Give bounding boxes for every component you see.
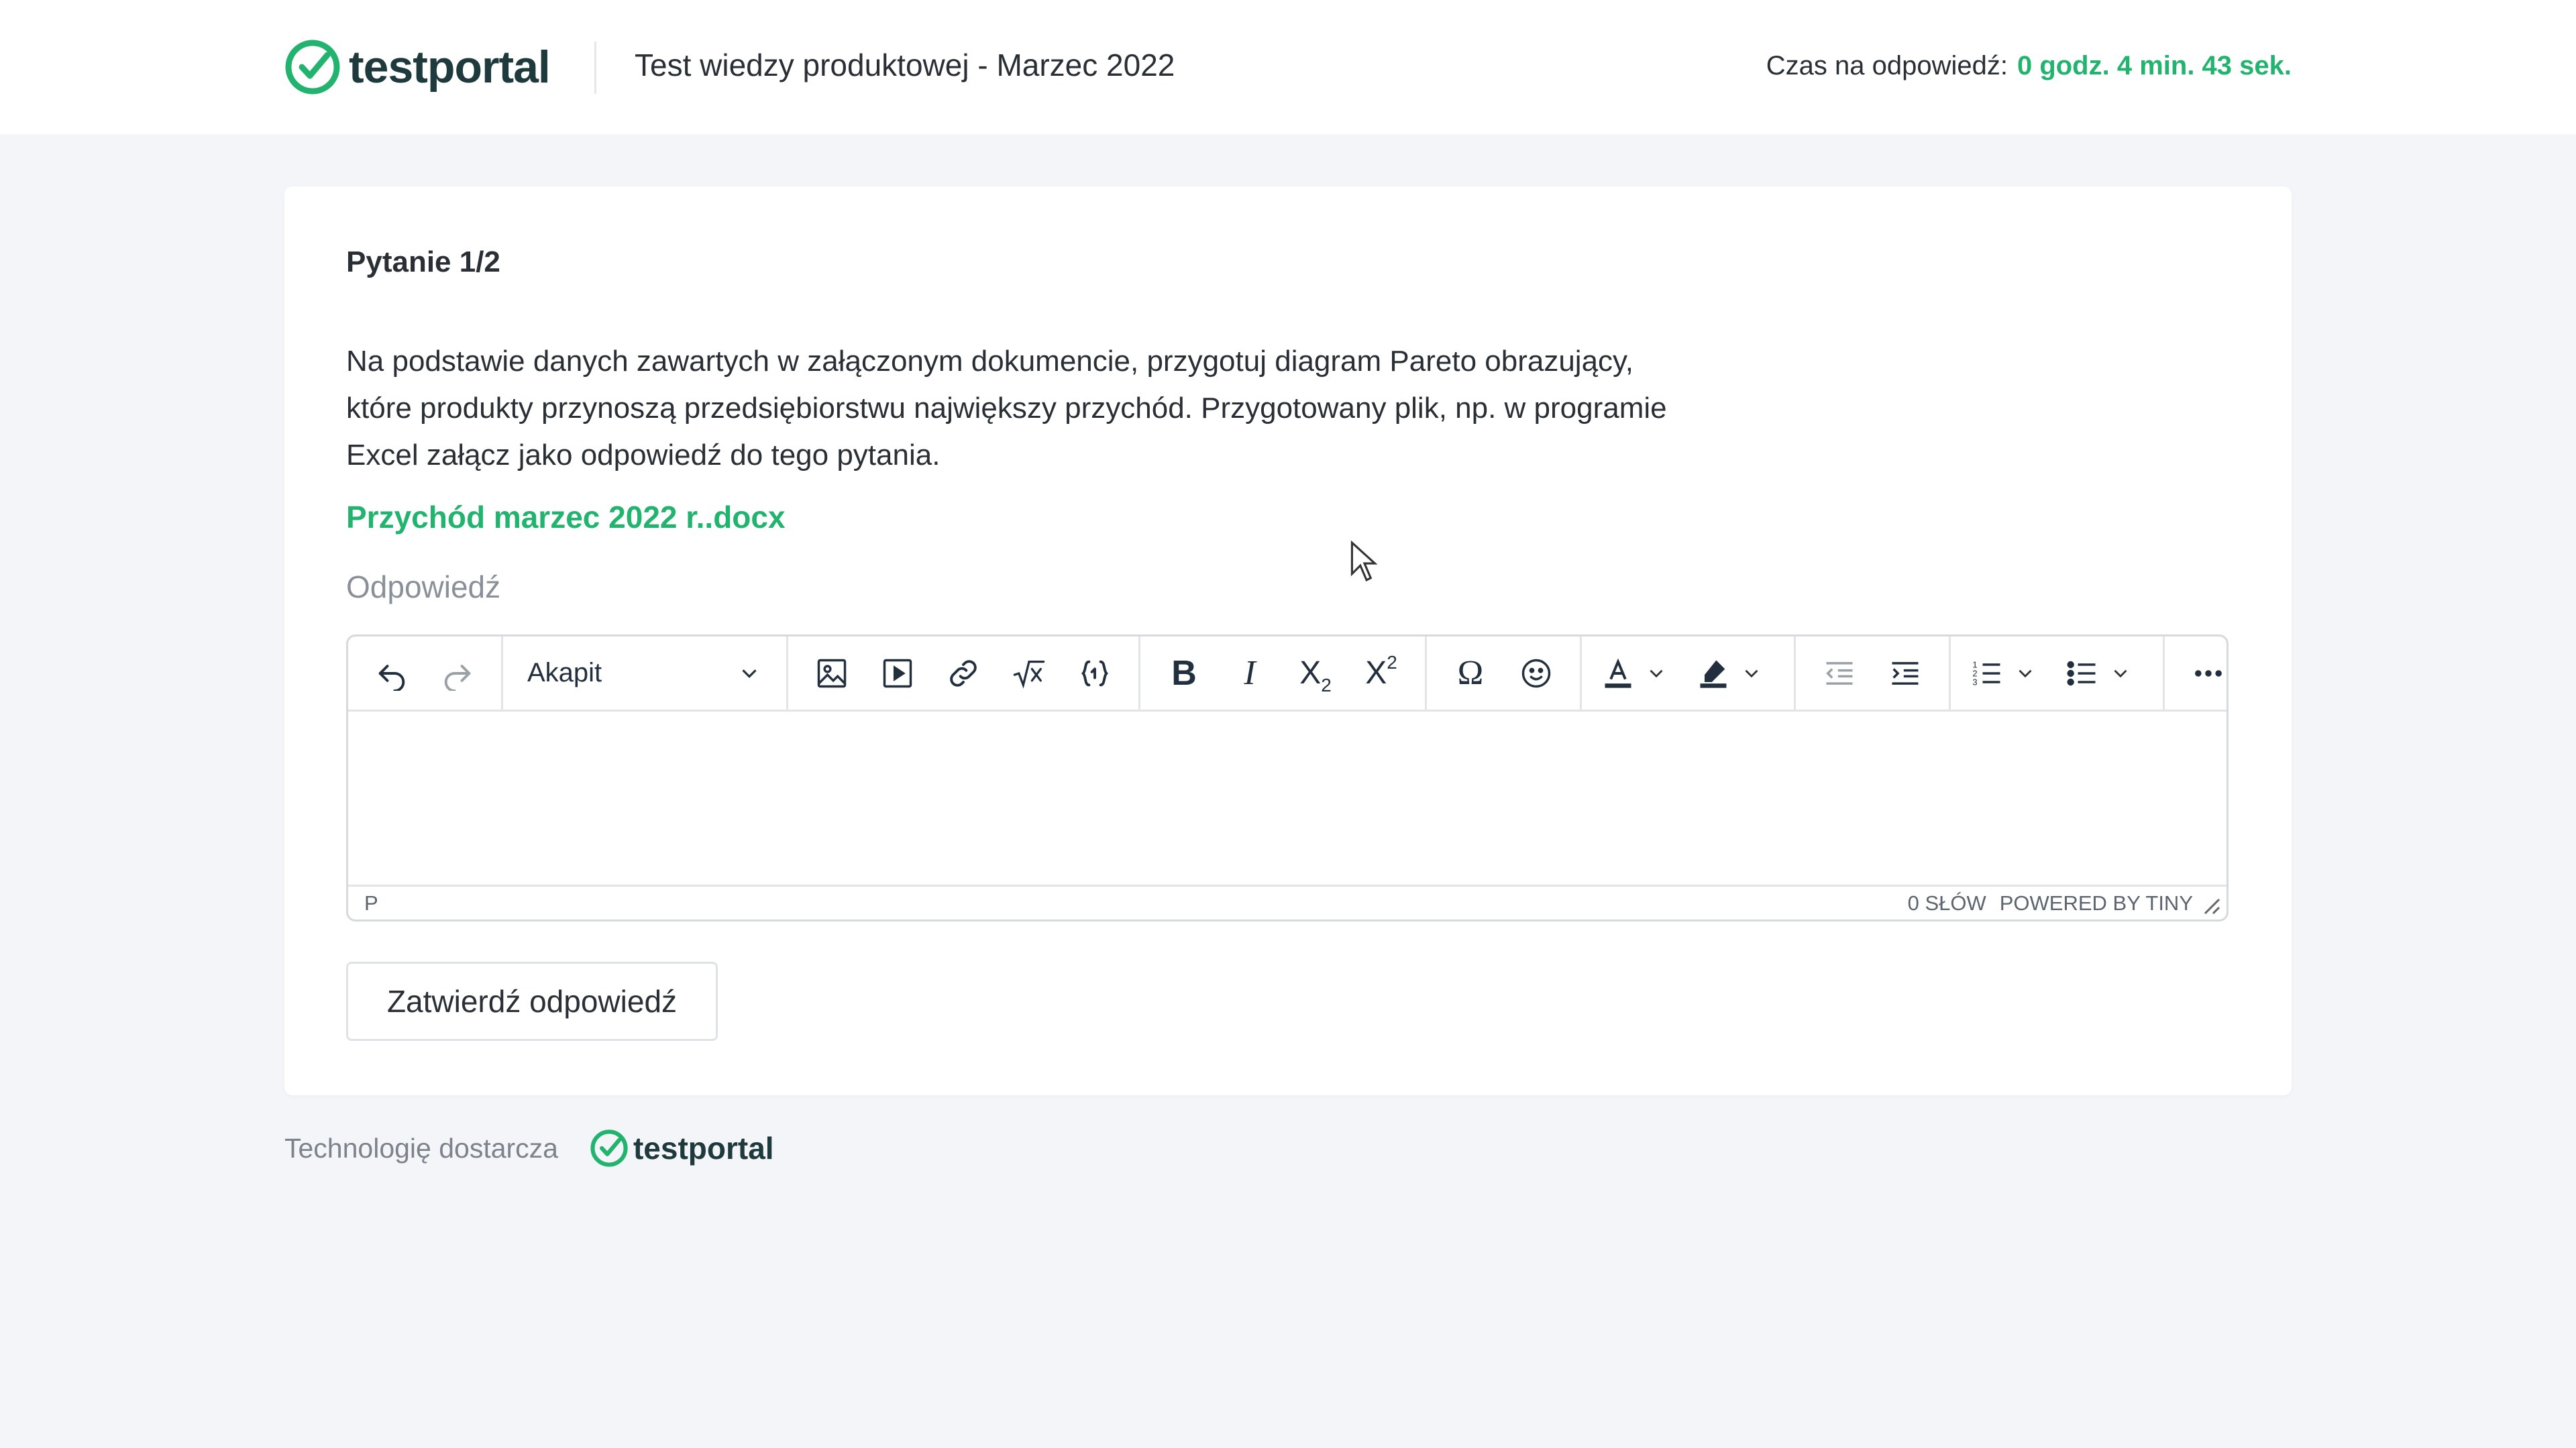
undo-button[interactable] bbox=[359, 645, 425, 702]
question-text: Na podstawie danych zawartych w załączon… bbox=[346, 345, 1667, 471]
footer: Technologię dostarcza testportal bbox=[284, 1128, 774, 1168]
text-color-icon bbox=[1605, 658, 1631, 688]
emoji-icon bbox=[1521, 659, 1551, 687]
image-icon bbox=[817, 659, 847, 687]
format-group: B I X2 X2 bbox=[1140, 636, 1427, 711]
editor-toolbar: Akapit B I X2 X2 Ω 1 2 3 bbox=[348, 636, 2226, 712]
indent-button[interactable] bbox=[1872, 645, 1938, 702]
chevron-down-icon bbox=[1745, 669, 1758, 677]
code-icon bbox=[1081, 660, 1109, 686]
chevron-down-icon bbox=[1650, 669, 1663, 677]
block-format-select[interactable]: Akapit bbox=[514, 645, 775, 702]
indent-group bbox=[1796, 636, 1951, 711]
insert-math-button[interactable] bbox=[996, 645, 1062, 702]
chars-group: Ω bbox=[1427, 636, 1582, 711]
attachment-link[interactable]: Przychód marzec 2022 r..docx bbox=[346, 499, 786, 535]
numbered-list-icon: 123 bbox=[1972, 659, 2000, 687]
indent-icon bbox=[1892, 661, 1919, 685]
link-icon bbox=[950, 659, 977, 687]
top-header: testportal Test wiedzy produktowej - Mar… bbox=[0, 0, 2576, 134]
bullet-list-button[interactable] bbox=[2057, 645, 2152, 702]
history-group bbox=[348, 636, 503, 711]
math-icon bbox=[1013, 660, 1045, 689]
outdent-button[interactable] bbox=[1807, 645, 1872, 702]
italic-icon: I bbox=[1244, 654, 1256, 692]
more-group bbox=[2165, 636, 2226, 711]
text-color-button[interactable] bbox=[1593, 645, 1688, 702]
insert-media-button[interactable] bbox=[865, 645, 930, 702]
logo-text: testportal bbox=[349, 42, 551, 93]
timer-label: Czas na odpowiedź: bbox=[1766, 51, 2008, 80]
undo-icon bbox=[378, 664, 405, 691]
timer: Czas na odpowiedź: 0 godz. 4 min. 43 sek… bbox=[1766, 51, 2292, 81]
editor-statusbar: P 0 SŁÓW POWERED BY TINY bbox=[348, 885, 2226, 920]
list-group: 123 bbox=[1951, 636, 2165, 711]
subscript-button[interactable]: X2 bbox=[1283, 645, 1348, 702]
bold-icon: B bbox=[1171, 653, 1197, 693]
superscript-icon: X2 bbox=[1365, 652, 1397, 691]
rich-text-editor: Akapit B I X2 X2 Ω 1 2 3 P 0 SŁÓW POWERE… bbox=[346, 634, 2229, 922]
block-group: Akapit bbox=[503, 636, 788, 711]
testportal-check-icon bbox=[285, 40, 340, 95]
footer-label: Technologię dostarcza bbox=[284, 1132, 558, 1164]
subscript-icon: X2 bbox=[1299, 655, 1332, 695]
bullet-list-icon bbox=[2067, 661, 2096, 685]
highlight-icon bbox=[1700, 660, 1727, 688]
redo-button[interactable] bbox=[425, 645, 490, 702]
color-group bbox=[1582, 636, 1796, 711]
omega-icon: Ω bbox=[1457, 654, 1484, 692]
emoji-button[interactable] bbox=[1503, 645, 1569, 702]
media-icon bbox=[883, 659, 912, 687]
special-chars-button[interactable]: Ω bbox=[1438, 645, 1503, 702]
header-divider bbox=[594, 42, 596, 94]
italic-button[interactable]: I bbox=[1217, 645, 1283, 702]
svg-text:3: 3 bbox=[1972, 677, 1977, 687]
footer-testportal-logo[interactable]: testportal bbox=[589, 1128, 774, 1168]
insert-code-button[interactable] bbox=[1062, 645, 1128, 702]
word-count[interactable]: 0 SŁÓW bbox=[1908, 891, 1986, 915]
insert-image-button[interactable] bbox=[799, 645, 865, 702]
outdent-icon bbox=[1826, 661, 1853, 685]
question-card: Pytanie 1/2 Na podstawie danych zawartyc… bbox=[284, 186, 2292, 1095]
superscript-button[interactable]: X2 bbox=[1348, 645, 1414, 702]
editor-content-area[interactable] bbox=[348, 712, 2226, 887]
redo-icon bbox=[444, 664, 471, 691]
powered-by-link[interactable]: POWERED BY TINY bbox=[2000, 891, 2193, 915]
footer-logo-text: testportal bbox=[633, 1131, 774, 1166]
chevron-down-icon bbox=[2019, 669, 2032, 677]
insert-link-button[interactable] bbox=[930, 645, 996, 702]
status-right: 0 SŁÓW POWERED BY TINY bbox=[1908, 891, 2193, 915]
testportal-logo[interactable]: testportal bbox=[283, 35, 551, 99]
mouse-cursor-icon bbox=[1350, 541, 1378, 582]
question-number: Pytanie 1/2 bbox=[346, 245, 500, 278]
bold-button[interactable]: B bbox=[1151, 645, 1217, 702]
test-title: Test wiedzy produktowej - Marzec 2022 bbox=[635, 48, 1175, 82]
testportal-check-icon bbox=[590, 1129, 628, 1167]
timer-value: 0 godz. 4 min. 43 sek. bbox=[2017, 51, 2292, 80]
more-button[interactable] bbox=[2176, 645, 2226, 702]
more-icon bbox=[2195, 669, 2222, 677]
resize-handle-icon[interactable] bbox=[2201, 895, 2221, 915]
chevron-down-icon bbox=[2114, 669, 2127, 677]
numbered-list-button[interactable]: 123 bbox=[1962, 645, 2057, 702]
insert-group bbox=[788, 636, 1140, 711]
block-format-label: Akapit bbox=[527, 658, 602, 687]
element-path[interactable]: P bbox=[364, 891, 378, 915]
chevron-down-icon bbox=[742, 669, 757, 678]
answer-label: Odpowiedź bbox=[346, 569, 501, 604]
highlight-button[interactable] bbox=[1688, 645, 1783, 702]
submit-answer-button[interactable]: Zatwierdź odpowiedź bbox=[346, 962, 718, 1041]
